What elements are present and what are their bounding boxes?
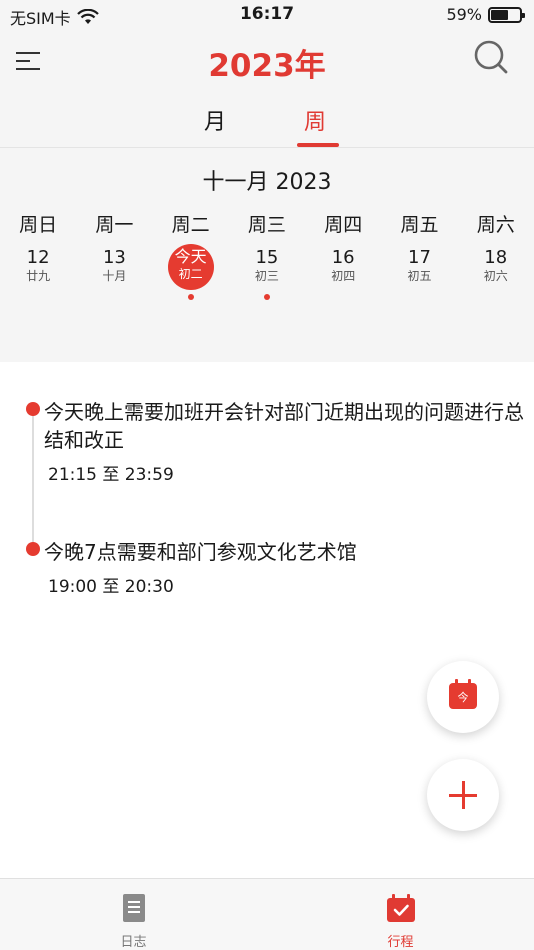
weekday-label: 周二 <box>171 214 210 236</box>
event-indicator-dot <box>263 294 270 300</box>
header: 2023年 <box>0 32 534 92</box>
tab-label: 行程 <box>387 935 414 950</box>
date-number: 17 <box>408 247 431 268</box>
bottom-tab-bar: 日志 行程 <box>0 878 534 950</box>
event-bullet <box>26 402 40 416</box>
weekday-label: 周四 <box>324 214 363 236</box>
date-number: 13 <box>102 247 126 268</box>
battery-percent: 59% <box>446 5 482 24</box>
weekday-row: 周日 周一 周二 周三 周四 周五 周六 <box>0 210 534 237</box>
calendar-today-icon: 今 <box>449 679 477 709</box>
date-number: 12 <box>26 247 50 268</box>
today-highlight: 今天 初二 <box>167 244 214 290</box>
lunar-date: 初二 <box>178 267 203 281</box>
tab-month[interactable]: 月 <box>204 104 226 136</box>
lunar-date: 初五 <box>407 269 432 283</box>
event-indicator-dot <box>187 294 194 300</box>
date-cell[interactable]: 15 初三 <box>229 248 305 304</box>
tab-label: 日志 <box>120 935 147 950</box>
lunar-date: 初六 <box>483 269 508 283</box>
lunar-date: 初四 <box>331 269 356 283</box>
document-icon <box>122 894 145 922</box>
date-number: 18 <box>484 247 508 268</box>
date-number: 16 <box>331 247 355 268</box>
date-cell[interactable]: 18 初六 <box>458 248 534 304</box>
tab-diary[interactable]: 日志 <box>0 879 267 950</box>
lunar-date: 十月 <box>102 269 127 283</box>
weekday-label: 周五 <box>400 214 439 236</box>
status-right: 59% <box>446 5 525 24</box>
date-cell[interactable]: 13 十月 <box>76 248 152 304</box>
lunar-date: 廿九 <box>26 269 51 283</box>
go-today-button[interactable]: 今 <box>427 661 499 733</box>
date-cell[interactable]: 17 初五 <box>381 248 457 304</box>
weekday-label: 周六 <box>476 214 515 236</box>
date-number: 15 <box>255 247 279 268</box>
date-cell[interactable]: 16 初四 <box>305 248 381 304</box>
plus-icon-vertical <box>461 781 465 809</box>
lunar-date: 初三 <box>254 269 279 283</box>
weekday-label: 周三 <box>247 214 286 236</box>
tab-week[interactable]: 周 <box>304 104 326 136</box>
add-event-button[interactable] <box>427 759 499 831</box>
event-item[interactable]: 今天晚上需要加班开会针对部门近期出现的问题进行总结和改正 21:15 至 23:… <box>26 398 526 485</box>
battery-icon <box>488 6 525 23</box>
weekday-label: 周日 <box>19 214 58 236</box>
event-time: 21:15 至 23:59 <box>48 465 174 485</box>
today-badge-label: 今 <box>457 691 469 704</box>
weekday-label: 周一 <box>95 214 134 236</box>
month-title: 十一月 2023 <box>202 170 332 195</box>
event-bullet <box>26 542 40 556</box>
search-icon[interactable] <box>472 38 510 76</box>
page-title: 2023年 <box>208 48 326 84</box>
date-cell-today[interactable]: 今天 初二 <box>153 244 229 304</box>
calendar-check-icon <box>386 894 415 922</box>
date-row: 12 廿九 13 十月 今天 初二 15 初三 16 初四 17 初五 18 初… <box>0 244 534 304</box>
event-time: 19:00 至 20:30 <box>48 577 174 597</box>
tab-indicator <box>297 143 339 147</box>
view-tabs: 月 周 <box>0 92 534 148</box>
event-title: 今天晚上需要加班开会针对部门近期出现的问题进行总结和改正 <box>44 400 524 452</box>
date-cell[interactable]: 12 廿九 <box>0 248 76 304</box>
date-number: 今天 <box>174 247 207 266</box>
status-bar: 无SIM卡 16:17 59% <box>0 0 534 32</box>
event-title: 今晚7点需要和部门参观文化艺术馆 <box>44 540 357 564</box>
event-item[interactable]: 今晚7点需要和部门参观文化艺术馆 19:00 至 20:30 <box>26 538 526 597</box>
battery-fill <box>491 9 508 20</box>
tab-schedule[interactable]: 行程 <box>267 879 534 950</box>
